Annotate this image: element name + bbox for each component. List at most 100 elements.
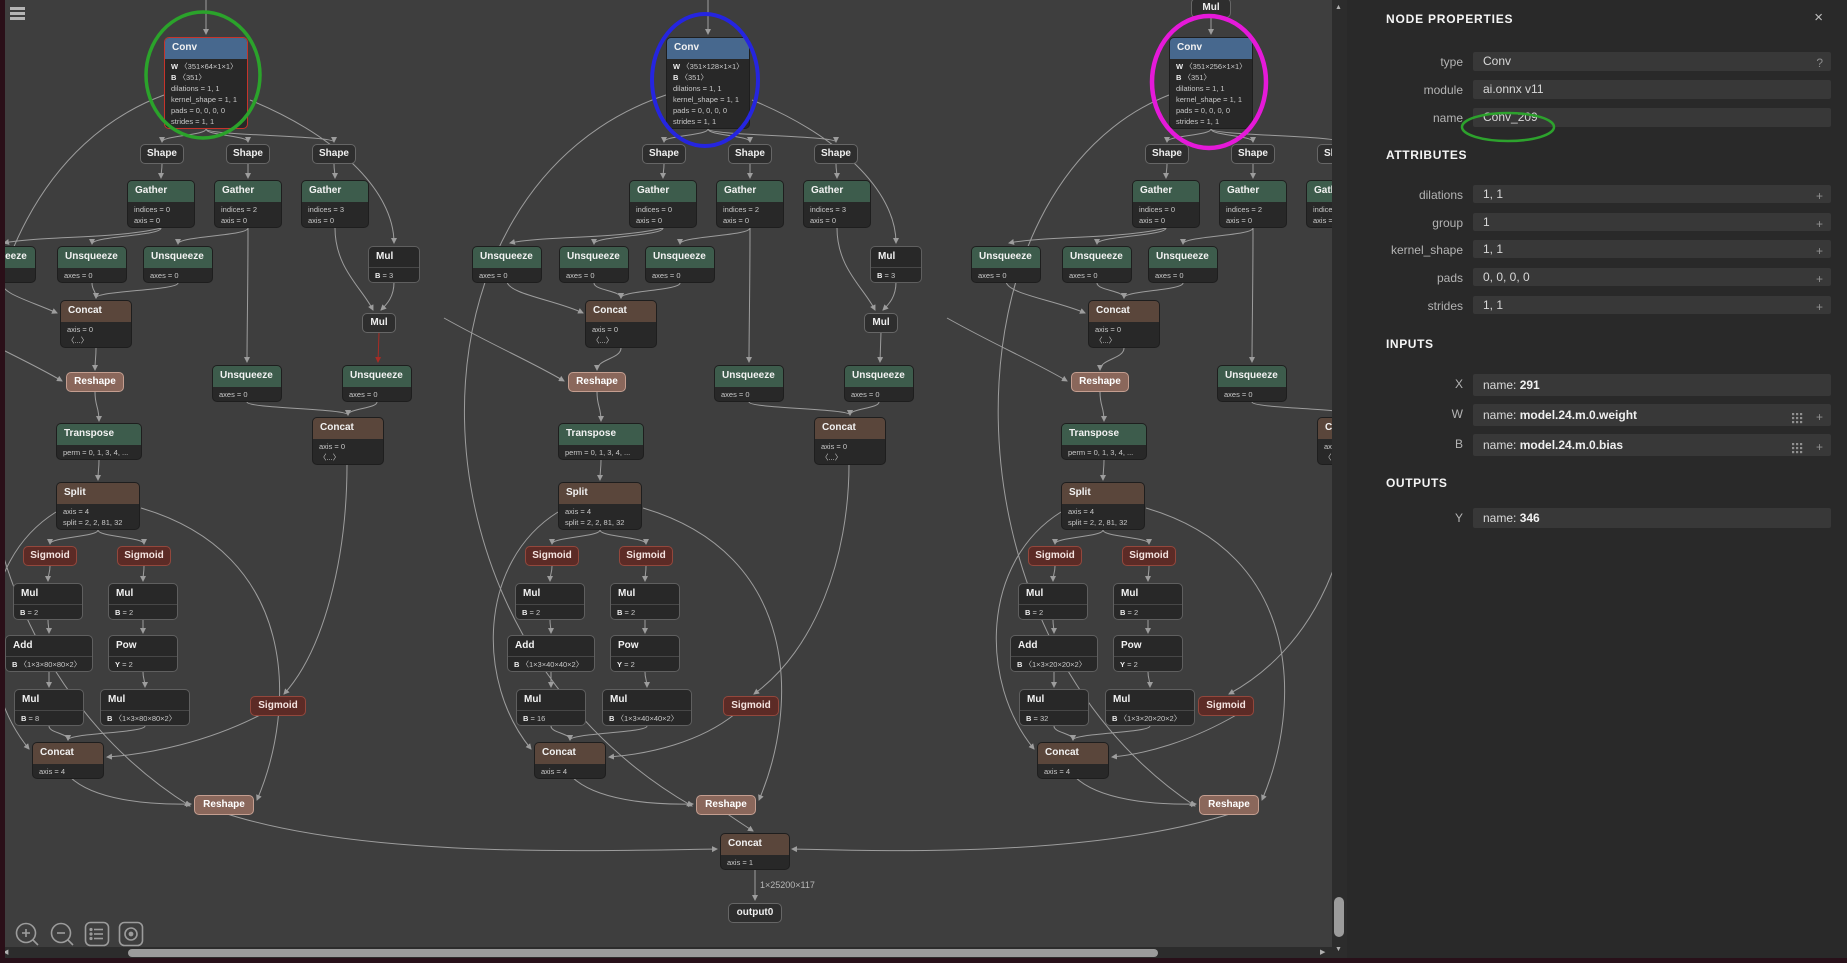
graph-node-gather-c1-gather-a[interactable]: Gatherindices = 0axis = 0	[127, 180, 195, 228]
vertical-scrollbar-thumb[interactable]	[1334, 897, 1344, 937]
graph-node-unsqueeze-c2-unsq-c[interactable]: Unsqueezeaxes = 0	[714, 365, 784, 402]
graph-node-concat-c1-concat-c[interactable]: Concataxis = 4	[32, 742, 104, 779]
graph-node-add-c1-add[interactable]: AddB 〈1×3×80×80×2〉	[5, 635, 93, 672]
zoom-out-icon[interactable]	[49, 921, 76, 948]
graph-node-concat-c1-concat-b[interactable]: Concataxis = 0〈...〉	[312, 417, 384, 465]
graph-node-concat-c2-concat-a[interactable]: Concataxis = 0〈...〉	[585, 300, 657, 348]
graph-node-mul-c3-mul2-b[interactable]: MulB = 2	[1113, 583, 1183, 620]
graph-node-shape-c3-shape-a[interactable]: Shape	[1145, 144, 1189, 164]
graph-node-unsqueeze-c2-unsq-d[interactable]: Unsqueezeaxes = 0	[844, 365, 914, 402]
graph-node-mul-c1-mul2-a[interactable]: MulB = 2	[13, 583, 83, 620]
zoom-in-icon[interactable]	[14, 921, 41, 948]
field-value-kernel_shape[interactable]: 1, 1+	[1473, 240, 1831, 258]
field-value-W[interactable]: name: model.24.m.0.weight+	[1473, 404, 1831, 426]
graph-node-reshape-c2-reshape-a[interactable]: Reshape	[568, 372, 626, 392]
graph-node-reshape-c3-reshape-b[interactable]: Reshape	[1199, 795, 1259, 815]
graph-node-reshape-c1-reshape-a[interactable]: Reshape	[66, 372, 124, 392]
tensor-grid-icon[interactable]	[1792, 409, 1803, 426]
scroll-right-icon[interactable]: ▶	[1320, 948, 1325, 956]
graph-node-sigmoid-c2-sig-a[interactable]: Sigmoid	[525, 546, 579, 566]
field-value-strides[interactable]: 1, 1+	[1473, 296, 1831, 314]
graph-node-shape-c1-shape-c[interactable]: Shape	[312, 144, 356, 164]
field-value-dilations[interactable]: 1, 1+	[1473, 185, 1831, 203]
graph-node-unsqueeze-c1-unsq-x[interactable]: Unsqueezeaxes = 0	[0, 246, 36, 283]
graph-node-shape-c2-shape-c[interactable]: Shape	[814, 144, 858, 164]
graph-node-unsqueeze-c3-unsq-c[interactable]: Unsqueezeaxes = 0	[1217, 365, 1287, 402]
graph-node-conv-c3-conv[interactable]: ConvW 〈351×256×1×1〉B 〈351〉dilations = 1,…	[1169, 37, 1253, 129]
graph-node-sigmoid-c3-sig-a[interactable]: Sigmoid	[1028, 546, 1082, 566]
graph-node-mul-c3-multop[interactable]: Mul	[1191, 0, 1231, 18]
vertical-scrollbar[interactable]: ▲ ▼	[1332, 0, 1347, 963]
graph-node-mul-c3-mul2-a[interactable]: MulB = 2	[1018, 583, 1088, 620]
graph-node-split-c1-split[interactable]: Splitaxis = 4split = 2, 2, 81, 32	[56, 482, 140, 530]
graph-node-split-c2-split[interactable]: Splitaxis = 4split = 2, 2, 81, 32	[558, 482, 642, 530]
properties-list-icon[interactable]	[84, 921, 110, 948]
graph-canvas[interactable]: Mul ConvW 〈351×64×1×1〉B 〈351〉dilations = …	[0, 0, 1332, 963]
graph-node-mul-c2-mulp[interactable]: Mul	[864, 313, 898, 333]
field-value-B[interactable]: name: model.24.m.0.bias+	[1473, 434, 1831, 456]
graph-node-unsqueeze-c3-unsq-b[interactable]: Unsqueezeaxes = 0	[1148, 246, 1218, 283]
locate-target-icon[interactable]	[118, 921, 144, 948]
add-attribute-icon[interactable]: +	[1816, 187, 1823, 203]
graph-node-concat-c2-concat-c[interactable]: Concataxis = 4	[534, 742, 606, 779]
graph-node-gather-c1-gather-b[interactable]: Gatherindices = 2axis = 0	[214, 180, 282, 228]
graph-node-sigmoid-c2-sig-b[interactable]: Sigmoid	[619, 546, 673, 566]
graph-node-unsqueeze-c2-unsq-x[interactable]: Unsqueezeaxes = 0	[472, 246, 542, 283]
graph-node-conv-c1-conv[interactable]: ConvW 〈351×64×1×1〉B 〈351〉dilations = 1, …	[164, 37, 248, 129]
graph-node-gather-c3-gather-a[interactable]: Gatherindices = 0axis = 0	[1132, 180, 1200, 228]
add-attribute-icon[interactable]: +	[1816, 215, 1823, 231]
graph-node-unsqueeze-c3-unsq-x[interactable]: Unsqueezeaxes = 0	[971, 246, 1041, 283]
graph-node-pow-c3-pow[interactable]: PowY = 2	[1113, 635, 1183, 672]
graph-node-unsqueeze-c2-unsq-b[interactable]: Unsqueezeaxes = 0	[645, 246, 715, 283]
horizontal-scrollbar-thumb[interactable]	[128, 949, 1158, 957]
graph-node-reshape-c1-reshape-b[interactable]: Reshape	[194, 795, 254, 815]
graph-node-sigmoid-c1-sig-b[interactable]: Sigmoid	[117, 546, 171, 566]
graph-node-mul-c2-mul3-a[interactable]: MulB = 16	[516, 689, 586, 726]
graph-node-gather-c3-gather-c[interactable]: Gatherindices = 3axis = 0	[1306, 180, 1332, 228]
graph-node-reshape-c3-reshape-a[interactable]: Reshape	[1071, 372, 1129, 392]
graph-node-mul-c1-mul2-b[interactable]: MulB = 2	[108, 583, 178, 620]
close-icon[interactable]: ×	[1814, 9, 1823, 26]
field-value-pads[interactable]: 0, 0, 0, 0+	[1473, 268, 1831, 286]
graph-node-shape-c2-shape-b[interactable]: Shape	[728, 144, 772, 164]
graph-node-pow-c1-pow[interactable]: PowY = 2	[108, 635, 178, 672]
graph-node-shape-c2-shape-a[interactable]: Shape	[642, 144, 686, 164]
graph-node-output0-g-out0[interactable]: output0	[728, 903, 782, 923]
graph-node-conv-c2-conv[interactable]: ConvW 〈351×128×1×1〉B 〈351〉dilations = 1,…	[666, 37, 750, 129]
graph-node-gather-c2-gather-c[interactable]: Gatherindices = 3axis = 0	[803, 180, 871, 228]
graph-node-unsqueeze-c1-unsq-b[interactable]: Unsqueezeaxes = 0	[143, 246, 213, 283]
graph-node-concat-g-concat-f[interactable]: Concataxis = 1	[720, 833, 790, 870]
help-icon[interactable]: ?	[1816, 54, 1823, 71]
graph-node-mul-c1-mul3-a[interactable]: MulB = 8	[14, 689, 84, 726]
add-attribute-icon[interactable]: +	[1816, 298, 1823, 314]
graph-node-add-c2-add[interactable]: AddB 〈1×3×40×40×2〉	[507, 635, 595, 672]
graph-node-mul-c2-mul3-b[interactable]: MulB 〈1×3×40×40×2〉	[602, 689, 692, 726]
graph-node-concat-c2-concat-b[interactable]: Concataxis = 0〈...〉	[814, 417, 886, 465]
graph-node-sigmoid-c3-sig-c[interactable]: Sigmoid	[1198, 696, 1254, 716]
graph-node-gather-c2-gather-a[interactable]: Gatherindices = 0axis = 0	[629, 180, 697, 228]
graph-node-reshape-c2-reshape-b[interactable]: Reshape	[696, 795, 756, 815]
hamburger-menu-icon[interactable]	[10, 7, 25, 22]
graph-node-mul-c1-mul3-b[interactable]: MulB 〈1×3×80×80×2〉	[100, 689, 190, 726]
add-input-icon[interactable]: +	[1816, 406, 1823, 426]
graph-node-shape-c3-shape-b[interactable]: Shape	[1231, 144, 1275, 164]
add-input-icon[interactable]: +	[1816, 436, 1823, 456]
graph-node-unsqueeze-c2-unsq-a[interactable]: Unsqueezeaxes = 0	[559, 246, 629, 283]
graph-node-mul-c1-mulb3[interactable]: MulB = 3	[368, 246, 420, 283]
graph-node-gather-c1-gather-c[interactable]: Gatherindices = 3axis = 0	[301, 180, 369, 228]
graph-node-mul-c3-mul3-b[interactable]: MulB 〈1×3×20×20×2〉	[1105, 689, 1195, 726]
tensor-grid-icon[interactable]	[1792, 439, 1803, 456]
graph-node-concat-c3-concat-a[interactable]: Concataxis = 0〈...〉	[1088, 300, 1160, 348]
field-value-Y[interactable]: name: 346	[1473, 508, 1831, 528]
graph-node-concat-c3-concat-b[interactable]: Concataxis = 0〈...〉	[1317, 417, 1332, 465]
scroll-down-icon[interactable]: ▼	[1335, 946, 1342, 953]
field-value-X[interactable]: name: 291	[1473, 374, 1831, 396]
add-attribute-icon[interactable]: +	[1816, 270, 1823, 286]
graph-node-pow-c2-pow[interactable]: PowY = 2	[610, 635, 680, 672]
graph-node-gather-c3-gather-b[interactable]: Gatherindices = 2axis = 0	[1219, 180, 1287, 228]
graph-node-mul-c2-mulb3[interactable]: MulB = 3	[870, 246, 922, 283]
graph-node-unsqueeze-c1-unsq-c[interactable]: Unsqueezeaxes = 0	[212, 365, 282, 402]
graph-node-unsqueeze-c3-unsq-a[interactable]: Unsqueezeaxes = 0	[1062, 246, 1132, 283]
graph-node-transpose-c2-transpose[interactable]: Transposeperm = 0, 1, 3, 4, ...	[558, 423, 644, 460]
graph-node-mul-c1-mulp[interactable]: Mul	[362, 313, 396, 333]
